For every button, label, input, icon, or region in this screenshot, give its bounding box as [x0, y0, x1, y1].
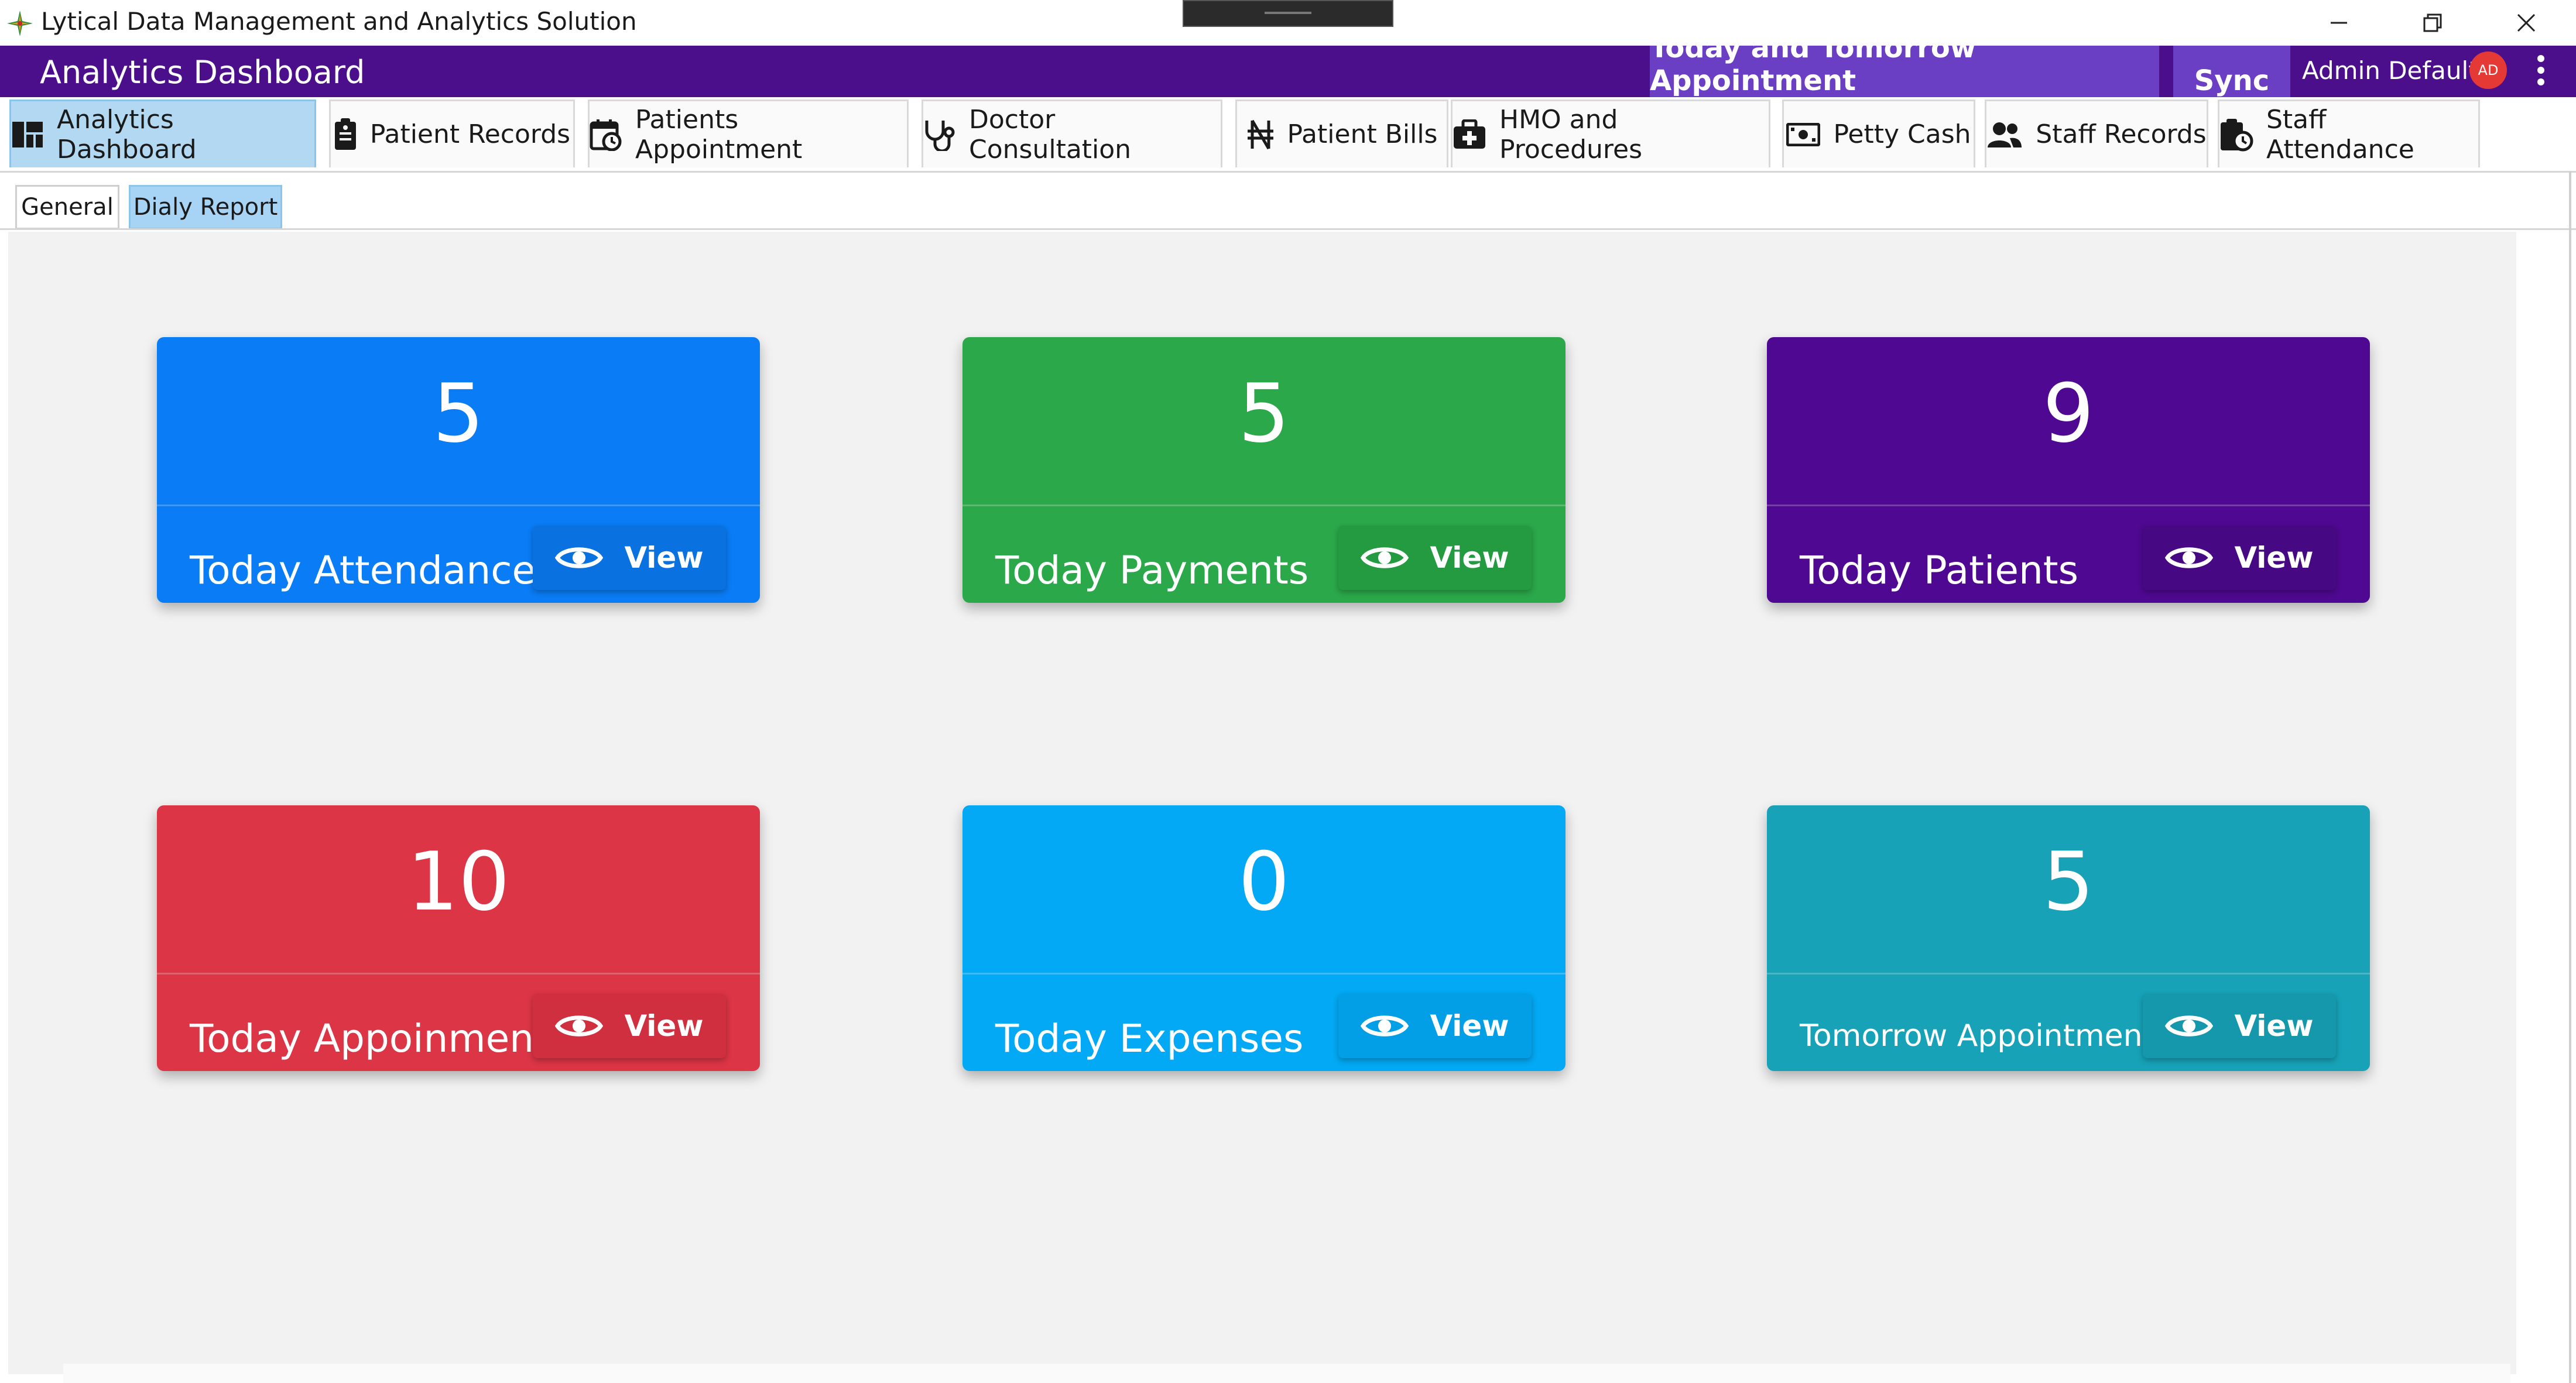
eye-icon: [1361, 1015, 1409, 1037]
tab-label: Petty Cash: [1833, 119, 1971, 149]
users-icon: [1988, 122, 2022, 147]
user-name: Admin Default: [2302, 56, 2478, 85]
page-title: Analytics Dashboard: [40, 54, 365, 91]
view-button-label: View: [2234, 541, 2314, 575]
stethoscope-icon: [925, 120, 955, 151]
medical-bag-icon: [1454, 119, 1485, 149]
tab-patient-records[interactable]: Patient Records: [329, 99, 575, 167]
view-appointments-button[interactable]: View: [533, 994, 726, 1058]
view-tomorrow-appointments-button[interactable]: View: [2143, 994, 2336, 1058]
tab-label: HMO and Procedures: [1499, 104, 1642, 164]
card-value: 5: [433, 366, 484, 461]
tab-label: Analytics Dashboard: [57, 104, 197, 164]
card-today-expenses: 0 Today Expenses View: [962, 805, 1566, 1071]
tab-label: Patients Appointment: [635, 104, 803, 164]
module-tab-bar: Analytics Dashboard Patient Records Pati…: [0, 97, 2576, 173]
card-divider: [157, 505, 760, 506]
sync-button[interactable]: Sync: [2173, 46, 2290, 98]
eye-icon: [555, 547, 604, 568]
card-divider: [962, 505, 1566, 506]
close-button[interactable]: [2494, 2, 2558, 43]
avatar[interactable]: AD: [2469, 52, 2507, 89]
card-today-attendance: 5 Today Attendance View: [157, 337, 760, 603]
window-titlebar: Lytical Data Management and Analytics So…: [0, 0, 2576, 46]
card-label: Today Appoinments: [190, 1016, 570, 1061]
restore-icon: [2423, 13, 2442, 32]
card-label: Today Patients: [1800, 548, 2079, 593]
view-payments-button[interactable]: View: [1338, 526, 1532, 590]
minimize-icon: [2331, 22, 2347, 24]
tab-analytics-dashboard[interactable]: Analytics Dashboard: [9, 99, 316, 167]
naira-icon: [1247, 119, 1273, 149]
close-icon: [2517, 13, 2536, 32]
card-today-appointments: 10 Today Appoinments View: [157, 805, 760, 1071]
cash-icon: [1786, 122, 1821, 146]
card-label: Tomorrow Appointments: [1800, 1018, 2171, 1053]
eye-icon: [555, 1015, 604, 1037]
window-drag-handle[interactable]: [1183, 0, 1393, 27]
tab-label: Doctor Consultation: [969, 104, 1132, 164]
right-frame-border: [2569, 171, 2571, 1383]
tab-hmo-and-procedures[interactable]: HMO and Procedures: [1451, 99, 1770, 167]
view-button-label: View: [1430, 541, 1509, 575]
subtab-daily-report[interactable]: Dialy Report: [129, 185, 282, 229]
eye-icon: [2165, 1015, 2214, 1037]
view-button-label: View: [624, 541, 704, 575]
tab-label: Staff Attendance: [2266, 104, 2414, 164]
today-tomorrow-appointment-button[interactable]: Today and Tomorrow Appointment: [1650, 32, 2159, 98]
card-today-payments: 5 Today Payments View: [962, 337, 1566, 603]
tab-label: Staff Records: [2036, 119, 2207, 149]
card-value: 9: [2043, 366, 2094, 461]
subtab-general[interactable]: General: [15, 185, 119, 229]
minimize-button[interactable]: [2307, 2, 2371, 43]
restore-button[interactable]: [2400, 2, 2465, 43]
card-today-patients: 9 Today Patients View: [1767, 337, 2370, 603]
tab-staff-records[interactable]: Staff Records: [1985, 99, 2208, 167]
calendar-clock-icon: [590, 119, 622, 151]
view-button-label: View: [624, 1009, 704, 1043]
tab-patients-appointment[interactable]: Patients Appointment: [588, 99, 909, 167]
card-divider: [1767, 973, 2370, 974]
app-logo-icon: [7, 11, 33, 36]
view-button-label: View: [1430, 1009, 1509, 1043]
tab-label: Patient Records: [369, 119, 571, 149]
app-header: Analytics Dashboard Today and Tomorrow A…: [0, 32, 2576, 98]
card-label: Today Payments: [995, 548, 1309, 593]
window-title: Lytical Data Management and Analytics So…: [41, 7, 637, 36]
card-value: 5: [1238, 366, 1290, 461]
dashboard-icon: [12, 121, 43, 147]
clipboard-icon: [334, 118, 356, 150]
view-patients-button[interactable]: View: [2143, 526, 2336, 590]
card-divider: [157, 973, 760, 974]
eye-icon: [2165, 547, 2214, 568]
tab-petty-cash[interactable]: Petty Cash: [1782, 99, 1975, 167]
tab-patient-bills[interactable]: Patient Bills: [1235, 99, 1448, 167]
view-button-label: View: [2234, 1009, 2314, 1043]
card-tomorrow-appointments: 5 Tomorrow Appointments View: [1767, 805, 2370, 1071]
view-expenses-button[interactable]: View: [1338, 994, 1532, 1058]
clock-clipboard-icon: [2221, 118, 2253, 151]
card-value: 10: [407, 835, 510, 929]
card-divider: [962, 973, 1566, 974]
card-label: Today Attendance: [190, 548, 536, 593]
card-value: 5: [2043, 835, 2094, 929]
more-options-icon[interactable]: [2528, 52, 2554, 90]
view-attendance-button[interactable]: View: [533, 526, 726, 590]
card-divider: [1767, 505, 2370, 506]
card-label: Today Expenses: [995, 1016, 1304, 1061]
tab-label: Patient Bills: [1287, 119, 1438, 149]
tab-doctor-consultation[interactable]: Doctor Consultation: [922, 99, 1222, 167]
eye-icon: [1361, 547, 1409, 568]
subtab-divider: [0, 228, 2576, 230]
tab-staff-attendance[interactable]: Staff Attendance: [2218, 99, 2480, 167]
card-value: 0: [1238, 835, 1290, 929]
bottom-strip: [63, 1364, 2510, 1383]
